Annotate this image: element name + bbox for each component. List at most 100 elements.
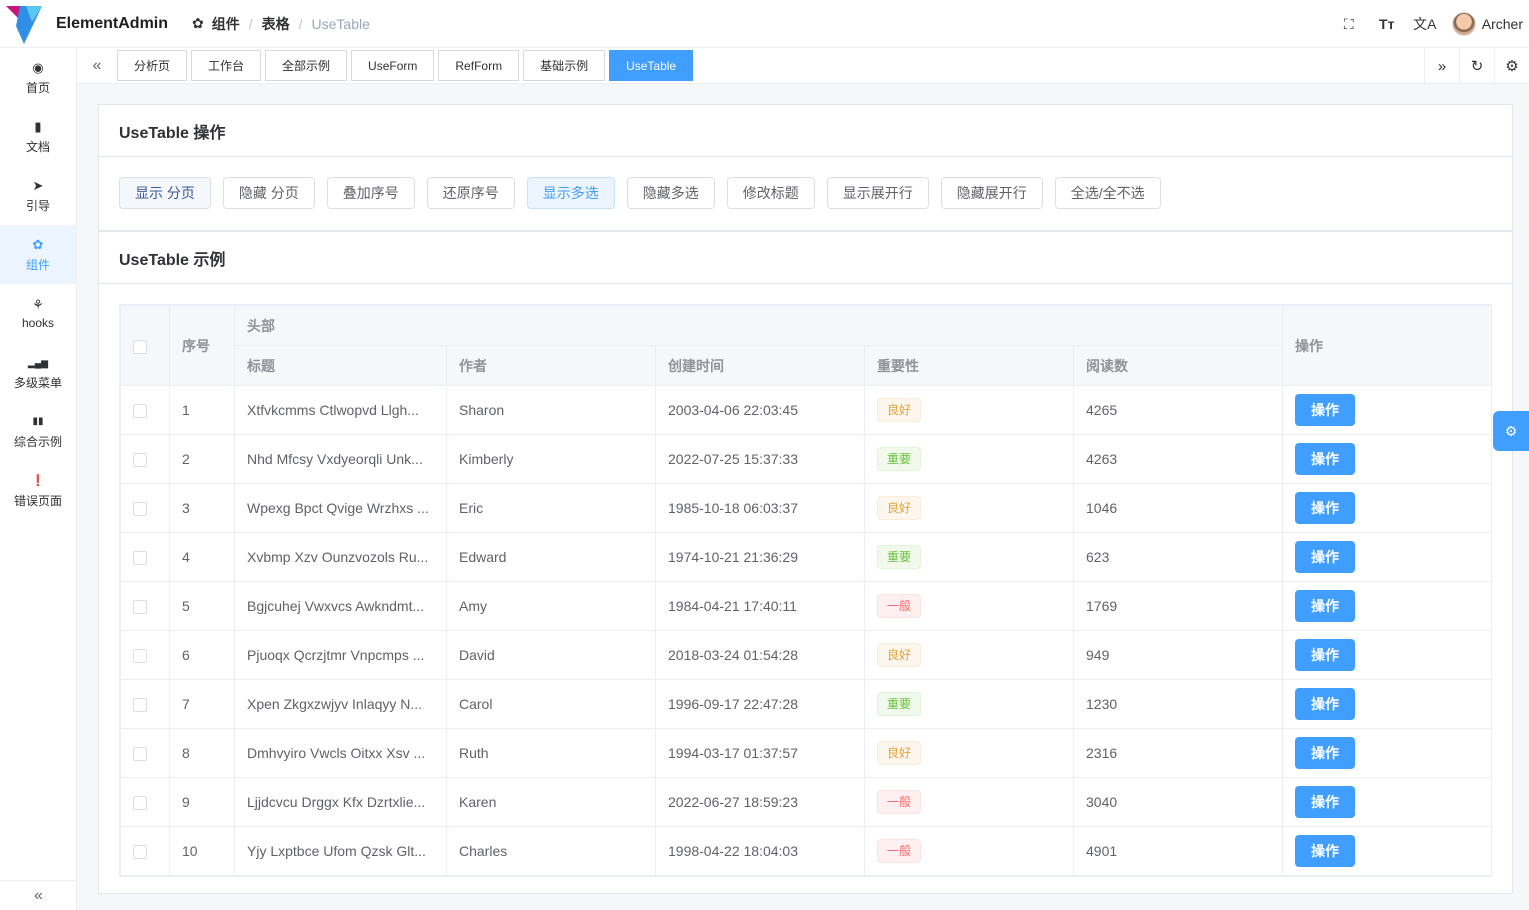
header-reads[interactable]: 阅读数 bbox=[1072, 345, 1284, 386]
sidebar-item-guide[interactable]: ➤ 引导 bbox=[0, 166, 76, 225]
header-author[interactable]: 作者 bbox=[446, 345, 656, 386]
avatar[interactable] bbox=[1451, 12, 1476, 36]
cell-created-time: 2022-06-27 18:59:23 bbox=[655, 777, 865, 827]
row-checkbox[interactable] bbox=[133, 747, 147, 762]
library-icon: ▮▮ bbox=[32, 415, 44, 427]
cell-action: 操作 bbox=[1282, 630, 1493, 680]
cell-created-time: 1994-03-17 01:37:57 bbox=[655, 728, 865, 778]
app-logo[interactable] bbox=[6, 4, 42, 44]
row-action-button[interactable]: 操作 bbox=[1295, 541, 1356, 573]
row-checkbox[interactable] bbox=[133, 845, 147, 860]
row-action-button[interactable]: 操作 bbox=[1295, 737, 1356, 769]
font-size-icon[interactable]: Tт bbox=[1368, 0, 1406, 48]
breadcrumb-separator: / bbox=[248, 15, 253, 32]
theme-settings-button[interactable]: ⚙ bbox=[1493, 411, 1529, 451]
cell-index: 7 bbox=[169, 679, 235, 729]
row-checkbox[interactable] bbox=[133, 453, 147, 468]
sidebar-item-components[interactable]: ✿ 组件 bbox=[0, 225, 76, 284]
cell-reads: 2316 bbox=[1072, 728, 1284, 778]
tags-settings-button[interactable]: ⚙ bbox=[1494, 48, 1529, 84]
select-all-button[interactable]: 全选/全不选 bbox=[1054, 177, 1161, 209]
sidebar-item-examples[interactable]: ▮▮ 综合示例 bbox=[0, 402, 76, 461]
tab-all-examples[interactable]: 全部示例 bbox=[265, 50, 348, 81]
row-action-button[interactable]: 操作 bbox=[1295, 786, 1356, 818]
row-checkbox[interactable] bbox=[133, 649, 147, 664]
cell-title: Ljjdcvcu Drggx Kfx Dzrtxlie... bbox=[234, 777, 447, 827]
importance-badge: 重要 bbox=[877, 447, 922, 471]
sidebar-item-docs[interactable]: ▮ 文档 bbox=[0, 107, 76, 166]
cell-action: 操作 bbox=[1282, 777, 1493, 827]
tab-usetable[interactable]: UseTable bbox=[609, 50, 694, 81]
cell-reads: 623 bbox=[1072, 532, 1284, 582]
cell-author: Charles bbox=[446, 826, 656, 876]
sidebar-item-label: 综合示例 bbox=[13, 434, 62, 449]
row-checkbox[interactable] bbox=[133, 698, 147, 713]
app-brand: ElementAdmin bbox=[56, 14, 169, 32]
row-action-button[interactable]: 操作 bbox=[1295, 835, 1356, 867]
cell-created-time: 1985-10-18 06:03:37 bbox=[655, 483, 865, 533]
cell-importance: 良好 bbox=[864, 630, 1074, 680]
sidebar-item-home[interactable]: ◉ 首页 bbox=[0, 48, 76, 107]
tab-basic-example[interactable]: 基础示例 bbox=[523, 50, 606, 81]
fullscreen-icon[interactable]: ⛶ bbox=[1330, 0, 1368, 48]
document-icon: ▮ bbox=[34, 118, 42, 134]
hide-multiselect-button[interactable]: 隐藏多选 bbox=[626, 177, 715, 209]
scroll-tags-right-button[interactable]: » bbox=[1424, 48, 1459, 84]
header-importance[interactable]: 重要性 bbox=[864, 345, 1074, 386]
row-action-button[interactable]: 操作 bbox=[1295, 492, 1356, 524]
header-title[interactable]: 标题 bbox=[234, 345, 447, 386]
row-checkbox[interactable] bbox=[133, 796, 147, 811]
table-row: 2 Nhd Mfcsy Vxdyeorqli Unk... Kimberly 2022… bbox=[120, 434, 1493, 484]
row-action-button[interactable]: 操作 bbox=[1295, 443, 1356, 475]
collapse-sidebar-button[interactable]: « bbox=[0, 880, 77, 910]
translate-icon[interactable]: 文A bbox=[1406, 0, 1444, 48]
table-row: 3 Wpexg Bpct Qvige Wrzhxs ... Eric 1985-10-… bbox=[120, 483, 1493, 533]
operations-card-title: UseTable 操作 bbox=[99, 105, 1512, 157]
cell-title: Bgjcuhej Vwxvcs Awkndmt... bbox=[234, 581, 447, 631]
row-checkbox[interactable] bbox=[133, 551, 147, 566]
cell-reads: 949 bbox=[1072, 630, 1284, 680]
row-checkbox[interactable] bbox=[133, 502, 147, 517]
tab-refform[interactable]: RefForm bbox=[438, 50, 520, 81]
breadcrumb-item[interactable]: 表格 bbox=[262, 14, 290, 34]
header-created-time[interactable]: 创建时间 bbox=[655, 345, 865, 386]
row-action-button[interactable]: 操作 bbox=[1295, 688, 1356, 720]
show-pagination-button[interactable]: 显示 分页 bbox=[119, 177, 211, 209]
refresh-icon: ↻ bbox=[1470, 58, 1484, 75]
user-name[interactable]: Archer bbox=[1482, 16, 1523, 32]
double-chevron-right-icon: » bbox=[1437, 57, 1447, 75]
show-multiselect-button[interactable]: 显示多选 bbox=[526, 177, 615, 209]
sidebar-item-error-pages[interactable]: ❗ 错误页面 bbox=[0, 461, 76, 520]
cell-index: 8 bbox=[169, 728, 235, 778]
restore-index-button[interactable]: 还原序号 bbox=[426, 177, 515, 209]
sidebar-item-hooks[interactable]: ⚘ hooks bbox=[0, 284, 76, 343]
tab-useform[interactable]: UseForm bbox=[351, 50, 435, 81]
cell-created-time: 1996-09-17 22:47:28 bbox=[655, 679, 865, 729]
webhook-icon: ⚘ bbox=[32, 297, 44, 312]
select-all-checkbox[interactable] bbox=[133, 339, 147, 354]
row-action-button[interactable]: 操作 bbox=[1295, 394, 1356, 426]
show-expand-row-button[interactable]: 显示展开行 bbox=[826, 177, 929, 209]
cell-reads: 4901 bbox=[1072, 826, 1284, 876]
scroll-tags-left-button[interactable]: « bbox=[77, 48, 117, 84]
stack-index-button[interactable]: 叠加序号 bbox=[326, 177, 415, 209]
hide-expand-row-button[interactable]: 隐藏展开行 bbox=[940, 177, 1043, 209]
cell-created-time: 1998-04-22 18:04:03 bbox=[655, 826, 865, 876]
components-icon: ✿ bbox=[192, 15, 204, 31]
row-checkbox[interactable] bbox=[133, 404, 147, 419]
refresh-button[interactable]: ↻ bbox=[1459, 48, 1494, 84]
row-action-button[interactable]: 操作 bbox=[1295, 639, 1356, 671]
row-action-button[interactable]: 操作 bbox=[1295, 590, 1356, 622]
cell-index: 9 bbox=[169, 777, 235, 827]
sidebar-item-multi-menu[interactable]: ▂▄▆ 多级菜单 bbox=[0, 343, 76, 402]
edit-title-button[interactable]: 修改标题 bbox=[726, 177, 815, 209]
cell-author: Kimberly bbox=[446, 434, 656, 484]
breadcrumb-item[interactable]: 组件 bbox=[212, 14, 240, 34]
hide-pagination-button[interactable]: 隐藏 分页 bbox=[222, 177, 315, 209]
cell-index: 5 bbox=[169, 581, 235, 631]
tab-analysis[interactable]: 分析页 bbox=[117, 50, 188, 81]
table-card-title: UseTable 示例 bbox=[99, 232, 1512, 284]
table-card: UseTable 示例 序号 头部 操作 标题 作者 创建时间 重要性 阅读数 bbox=[98, 231, 1513, 894]
tab-workplace[interactable]: 工作台 bbox=[191, 50, 262, 81]
row-checkbox[interactable] bbox=[133, 600, 147, 615]
